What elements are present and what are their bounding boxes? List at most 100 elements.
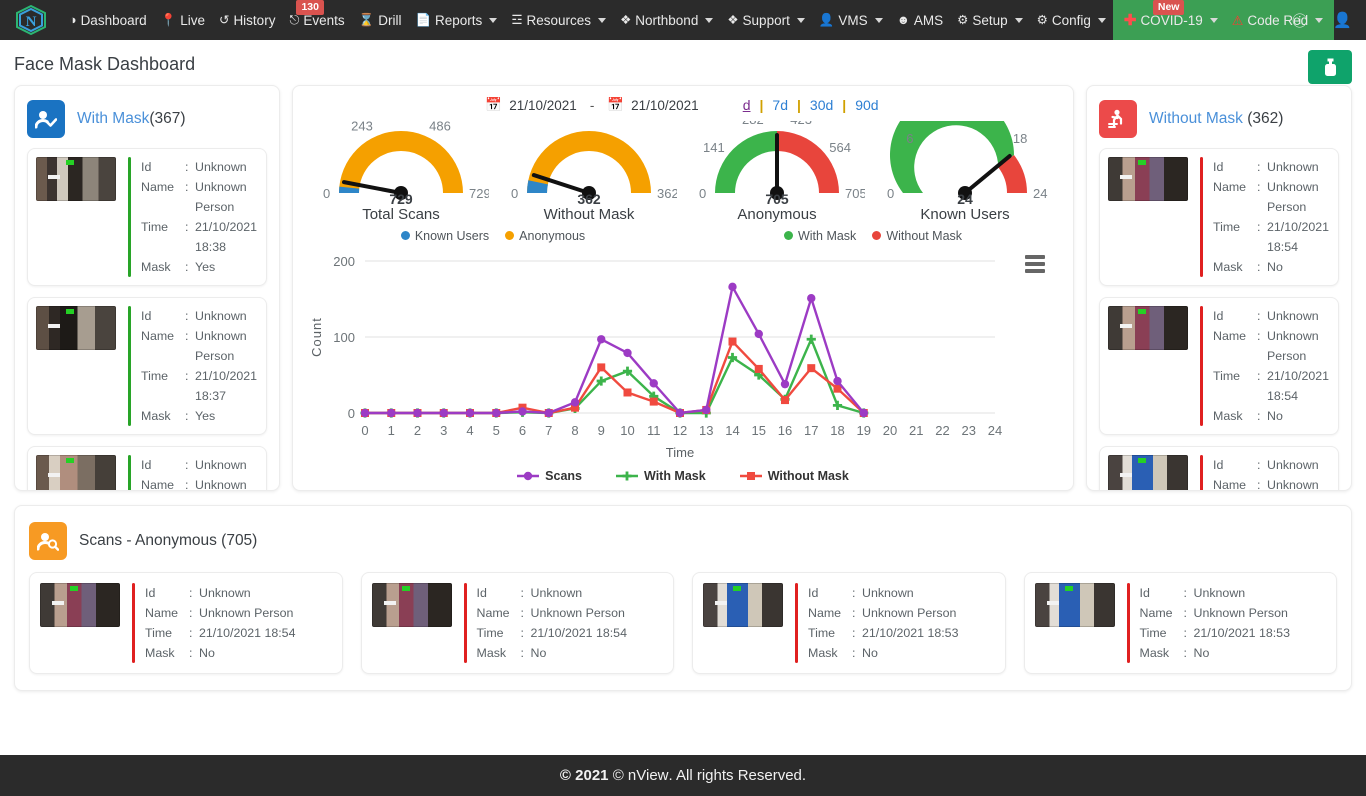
legend-with-mask[interactable]: With Mask <box>783 229 856 243</box>
chart-legend-without-mask[interactable]: Without Mask <box>739 469 849 483</box>
nav-item-reports[interactable]: 📄 Reports <box>408 0 504 40</box>
nav-item-northbond[interactable]: ❖ Northbond <box>613 0 720 40</box>
without-mask-panel: Without Mask (362) Id: Unknown Name: Unknow… <box>1086 85 1352 491</box>
gauge-anonymous[interactable]: 0705141282423564705Anonymous <box>683 121 871 223</box>
range-90d[interactable]: 90d <box>846 97 887 113</box>
legend-anonymous[interactable]: Anonymous <box>505 229 585 243</box>
chevron-down-icon <box>489 17 498 23</box>
svg-text:141: 141 <box>703 140 725 155</box>
svg-text:0: 0 <box>323 186 330 201</box>
nav-item-vms[interactable]: 👤 VMS <box>812 0 890 40</box>
name-value: Unknown Person <box>195 180 247 214</box>
list-item[interactable]: Id:UnknownName:Unknown PersonTime:21/10/… <box>27 148 267 286</box>
svg-text:0: 0 <box>348 406 355 421</box>
gauge-known-users[interactable]: 0246121824Known Users <box>871 121 1059 223</box>
svg-text:Count: Count <box>309 317 324 357</box>
id-label: Id <box>141 309 152 323</box>
main-content-row: With Mask(367) Id: Unknown Name: Unknown Pe… <box>0 85 1366 491</box>
list-item[interactable]: Id:UnknownName:Unknown PersonTime:21/10/… <box>1099 446 1339 491</box>
footer-brand: © nView <box>612 767 669 784</box>
entry-details: Id:UnknownName:Unknown PersonTime:21/10/… <box>141 306 258 426</box>
id-label: Id <box>1213 458 1224 472</box>
nav-item-events[interactable]: 130 ⎋ Events <box>282 0 351 40</box>
list-item[interactable]: Id:UnknownName:Unknown PersonTime:21/10/… <box>27 297 267 435</box>
with-mask-entry-list[interactable]: Id: Unknown Name: Unknown Person Time:21/10/… <box>27 148 267 490</box>
svg-text:3: 3 <box>440 423 447 438</box>
brand-logo[interactable]: N <box>0 5 62 35</box>
anonymous-panel-title: Scans - Anonymous (705) <box>79 532 258 549</box>
without-mask-entry-list[interactable]: Id: Unknown Name: Unknown Person Time:21/10/… <box>1099 148 1339 491</box>
chart-legend-label: Without Mask <box>767 469 849 483</box>
list-item[interactable]: Id:UnknownName:Unknown PersonTime:21/10/… <box>692 572 1006 674</box>
vaccine-fab-button[interactable] <box>1308 50 1352 84</box>
list-item[interactable]: Id:UnknownName:Unknown PersonTime:21/10/… <box>1023 572 1337 674</box>
nav-item-history[interactable]: ↺ History <box>212 0 283 40</box>
end-date-picker[interactable]: 📅 21/10/2021 <box>600 97 705 113</box>
svg-text:564: 564 <box>829 140 851 155</box>
thumbnail-image <box>40 583 120 627</box>
document-icon: 📄 <box>415 12 432 27</box>
chevron-down-icon <box>705 17 714 23</box>
user-icon[interactable]: 👤 <box>1333 11 1352 29</box>
name-label: Name <box>141 180 175 194</box>
with-mask-title: With Mask(367) <box>77 110 186 128</box>
nav-item-setup[interactable]: ⚙ Setup <box>950 0 1030 40</box>
nav-item-resources[interactable]: ☲ Resources <box>504 0 613 40</box>
name-value: Unknown Person <box>862 606 957 620</box>
hamburger-menu-icon[interactable] <box>1025 255 1045 276</box>
nav-item-support[interactable]: ❖ Support <box>720 0 812 40</box>
list-item[interactable]: Id:UnknownName:Unknown PersonTime:21/10/… <box>1099 148 1339 286</box>
range-7d[interactable]: 7d <box>763 97 797 113</box>
list-item[interactable]: Id:UnknownName:Unknown PersonTime:21/10/… <box>1099 297 1339 435</box>
chart-legend-with-mask[interactable]: With Mask <box>616 469 706 483</box>
legend-without-mask[interactable]: Without Mask <box>872 229 962 243</box>
svg-text:0: 0 <box>361 423 368 438</box>
with-mask-title-text: With Mask <box>77 110 150 127</box>
info-icon[interactable]: ⓘ <box>1292 10 1307 31</box>
mask-value: No <box>1267 260 1283 274</box>
gauge-total-scans[interactable]: 0 729 243 486 729 Total Scans <box>307 121 495 223</box>
list-item[interactable]: Id:UnknownName:Unknown PersonTime:21/10/… <box>360 572 674 674</box>
svg-text:362: 362 <box>657 186 677 201</box>
list-item[interactable]: Id:UnknownName:Unknown PersonTime:21/10/… <box>27 446 267 490</box>
with-mask-marker-icon <box>616 471 638 481</box>
range-d[interactable]: d <box>734 97 760 113</box>
legend-label: Known Users <box>414 229 490 243</box>
legend-known-users[interactable]: Known Users <box>400 229 490 243</box>
nav-item-live[interactable]: 📍 Live <box>154 0 212 40</box>
chevron-down-icon <box>1097 17 1106 23</box>
id-value: Unknown <box>862 586 914 600</box>
thumbnail-image <box>36 306 116 350</box>
nav-item-covid19[interactable]: New ✚ COVID-19 <box>1117 0 1225 40</box>
entry-details: Id:UnknownName:Unknown PersonTime:21/10/… <box>808 583 958 663</box>
svg-text:0: 0 <box>887 186 894 201</box>
id-value: Unknown <box>1267 458 1319 472</box>
list-item[interactable]: Id:UnknownName:Unknown PersonTime:21/10/… <box>29 572 343 674</box>
svg-text:9: 9 <box>598 423 605 438</box>
thumbnail-image <box>36 157 116 201</box>
gauge-legend-right: With Mask Without Mask <box>683 229 1063 243</box>
scans-marker-icon <box>517 471 540 481</box>
warning-triangle-icon: ⚠ <box>1231 12 1244 28</box>
chart-legend-scans[interactable]: Scans <box>517 469 582 483</box>
id-value: Unknown <box>1267 309 1319 323</box>
start-date-value: 21/10/2021 <box>509 97 577 113</box>
name-label: Name <box>1213 478 1247 491</box>
nav-item-dashboard[interactable]: ◑ Dashboard <box>62 0 154 40</box>
mask-label: Mask <box>145 646 175 660</box>
status-accent-bar <box>463 583 467 663</box>
svg-text:1: 1 <box>388 423 395 438</box>
range-30d[interactable]: 30d <box>801 97 842 113</box>
start-date-picker[interactable]: 📅 21/10/2021 <box>478 97 583 113</box>
nav-item-config[interactable]: ⚙ Config <box>1030 0 1113 40</box>
gauge-without-mask[interactable]: 0362181362Without Mask <box>495 121 683 223</box>
nav-item-ams[interactable]: ☻ AMS <box>890 0 950 40</box>
svg-text:10: 10 <box>620 423 634 438</box>
nav-label: Northbond <box>635 12 699 28</box>
nav-item-drill[interactable]: ⌛ Drill <box>352 0 409 40</box>
legend-dot-anonymous <box>505 231 515 240</box>
chart-legend-label: Scans <box>545 469 582 483</box>
chart-legend-label: With Mask <box>644 469 706 483</box>
svg-text:8: 8 <box>571 423 578 438</box>
mask-value: No <box>862 646 878 660</box>
